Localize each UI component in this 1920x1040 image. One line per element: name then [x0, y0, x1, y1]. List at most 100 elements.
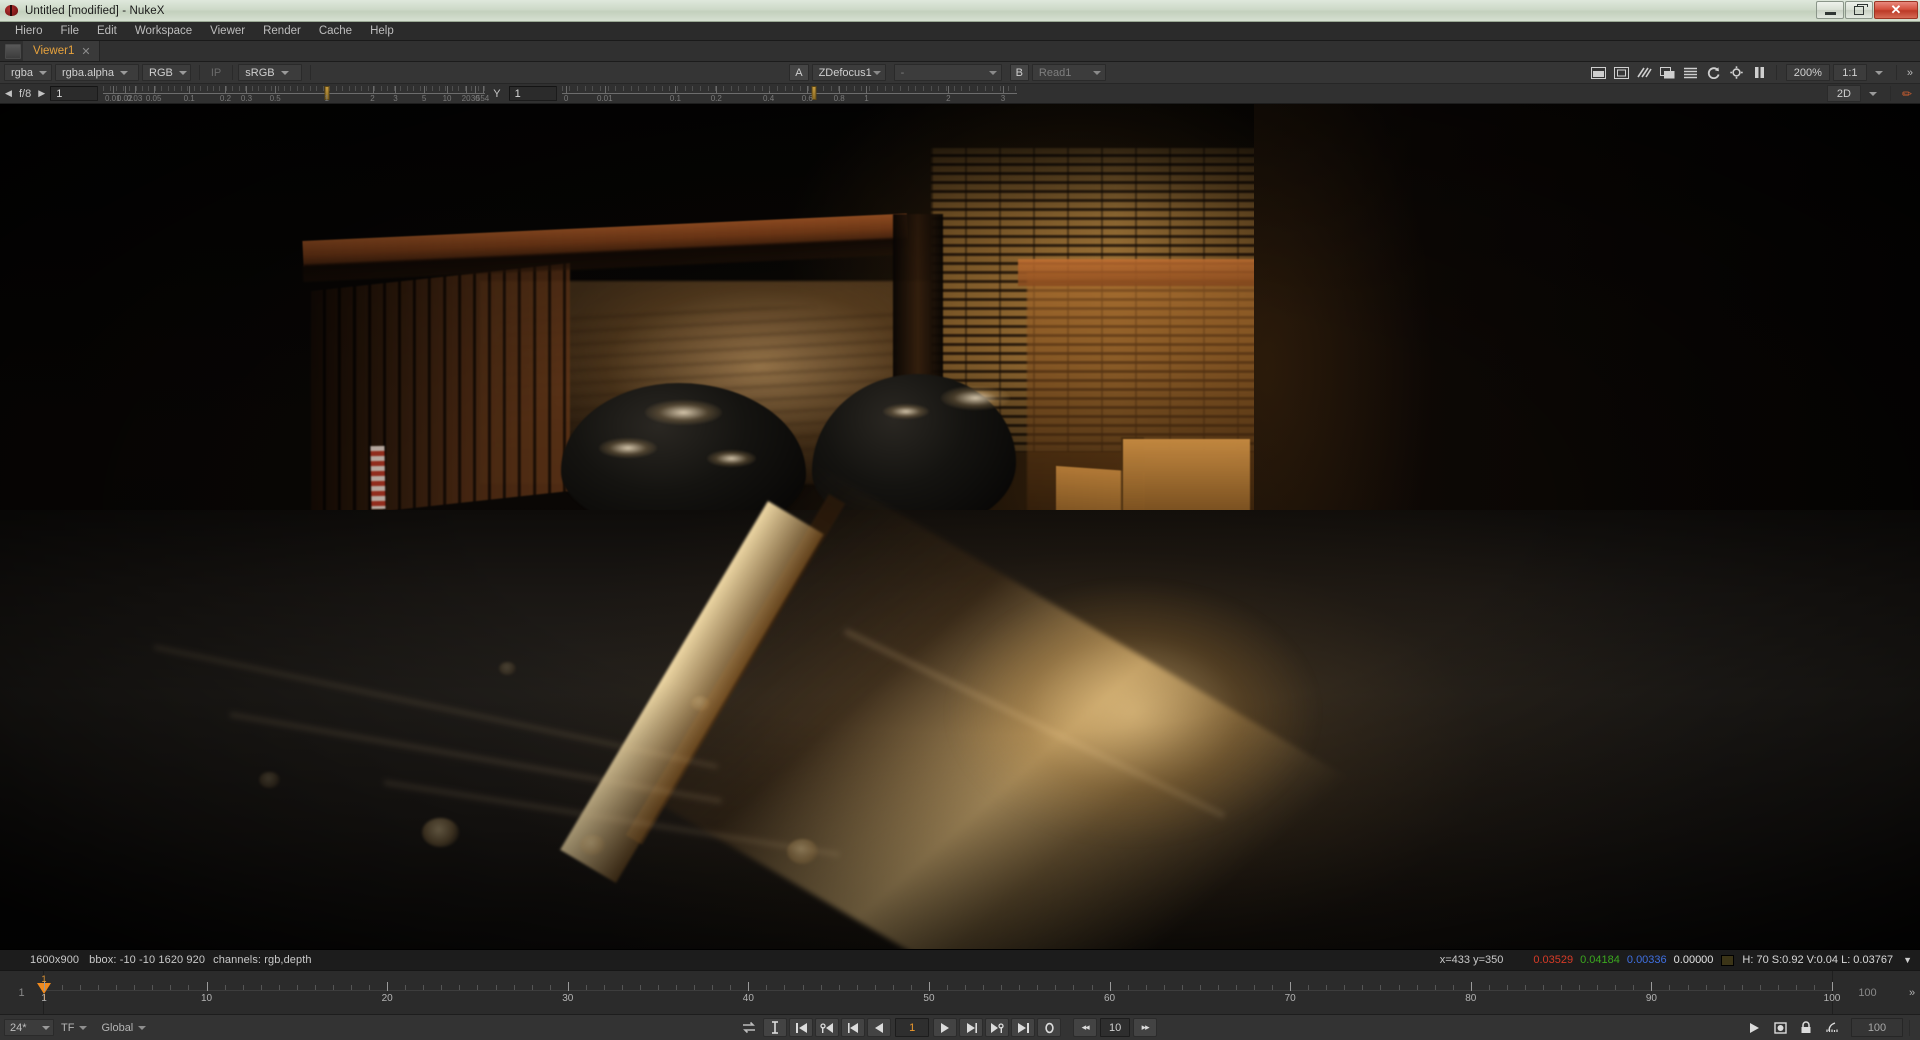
menu-cache[interactable]: Cache: [310, 22, 361, 41]
menu-edit[interactable]: Edit: [88, 22, 126, 41]
fstop-value-input[interactable]: 1: [50, 86, 99, 101]
next-frame-button[interactable]: [959, 1018, 984, 1037]
frame-step-input[interactable]: 10: [1100, 1018, 1131, 1037]
pen-icon[interactable]: ✏: [1896, 87, 1918, 101]
maximize-button[interactable]: [1845, 1, 1873, 19]
slider-tick-label: 20: [461, 93, 471, 103]
fstop-prev-button[interactable]: ◀: [2, 85, 15, 103]
slider-minor-tick: [853, 85, 855, 91]
panel-grip-handle[interactable]: [5, 44, 21, 59]
timeline-minor-tick: [1127, 985, 1129, 990]
timeline-minor-tick: [694, 985, 696, 990]
play-backward-button[interactable]: [867, 1018, 892, 1037]
timeline-minor-tick: [332, 985, 334, 990]
timeline-minor-tick: [224, 985, 226, 990]
viewer-mode-dropdown[interactable]: 2D: [1826, 85, 1861, 102]
menu-render[interactable]: Render: [254, 22, 310, 41]
loop-icon[interactable]: [737, 1018, 761, 1037]
current-frame-input[interactable]: 1: [895, 1018, 930, 1037]
timecode-mode-dropdown[interactable]: TF: [54, 1019, 94, 1036]
timeline-minor-tick: [549, 985, 551, 990]
fps-dropdown[interactable]: 24*: [4, 1019, 54, 1036]
chevron-down-icon: [1092, 70, 1101, 75]
tab-viewer1[interactable]: Viewer1 ✕: [23, 41, 100, 61]
timeline-minor-tick: [1741, 985, 1743, 990]
close-icon[interactable]: ✕: [81, 45, 90, 58]
lock-icon[interactable]: [1794, 1018, 1818, 1037]
roi-icon[interactable]: [1611, 64, 1632, 82]
minimize-button[interactable]: [1816, 1, 1844, 19]
display-mode-dropdown[interactable]: RGB: [142, 64, 191, 81]
y-value-input[interactable]: 1: [508, 86, 557, 101]
input-mix-dropdown[interactable]: -: [893, 64, 1002, 81]
menu-workspace[interactable]: Workspace: [126, 22, 201, 41]
menu-hiero[interactable]: Hiero: [6, 22, 51, 41]
channel-dropdown[interactable]: rgba.alpha: [55, 64, 139, 81]
menu-file[interactable]: File: [51, 22, 88, 41]
previous-frame-button[interactable]: [841, 1018, 866, 1037]
slider-tick-label: 5: [421, 93, 427, 103]
window-controls: ✕: [1816, 1, 1918, 19]
slider-minor-tick: [653, 85, 655, 91]
previous-keyframe-button[interactable]: [815, 1018, 840, 1037]
proxy-icon[interactable]: [1820, 1018, 1844, 1037]
pause-icon[interactable]: [1749, 64, 1770, 82]
input-a-dropdown[interactable]: ZDefocus1: [811, 64, 886, 81]
toolbar-overflow-button[interactable]: »: [1902, 67, 1916, 79]
insert-keyframe-button[interactable]: [763, 1018, 788, 1037]
timeline-minor-tick: [1434, 985, 1436, 990]
slider-minor-tick: [129, 85, 131, 91]
slider-minor-tick: [471, 85, 473, 91]
slider-minor-tick: [715, 85, 717, 91]
chevron-down-icon[interactable]: ▼: [1903, 955, 1912, 965]
timeline-overflow-button[interactable]: »: [1902, 971, 1920, 1014]
timeline-minor-tick: [1073, 985, 1075, 990]
slider-minor-tick: [154, 85, 156, 91]
loop-toggle-button[interactable]: [1037, 1018, 1062, 1037]
play-button[interactable]: [1742, 1018, 1766, 1037]
fstop-next-button[interactable]: ▶: [35, 85, 48, 103]
timeline-minor-tick: [1181, 985, 1183, 990]
timeline-minor-tick: [1795, 985, 1797, 990]
slider-minor-tick: [899, 85, 901, 91]
step-back-button[interactable]: ◂◂: [1073, 1018, 1098, 1037]
record-button[interactable]: [1768, 1018, 1792, 1037]
gamma-icon[interactable]: [1726, 64, 1747, 82]
timeline-minor-tick: [1633, 985, 1635, 990]
viewer-canvas[interactable]: [0, 104, 1920, 949]
timeline-ruler[interactable]: 1 1 10 20 30 40 50 60 70 80 90 100: [37, 971, 1840, 1014]
pixel-ratio-field[interactable]: 1:1: [1832, 64, 1867, 81]
sync-mode-value: Global: [101, 1021, 134, 1034]
slider-tick-label: 3: [1000, 93, 1006, 103]
go-to-end-button[interactable]: [1011, 1018, 1036, 1037]
timeline-tick-label: 40: [742, 993, 754, 1004]
input-b-dropdown[interactable]: Read1: [1031, 64, 1106, 81]
go-to-start-button[interactable]: [789, 1018, 814, 1037]
timeline-end-field[interactable]: 100: [1851, 1018, 1903, 1037]
fstop-log-slider[interactable]: 0.01 0.02 0.03 0.05 0.1 0.2 0.3 0.5 1 2 3 5 10 20 30 55…: [103, 84, 489, 104]
stipple-icon[interactable]: [1634, 64, 1655, 82]
viewer-process-dropdown[interactable]: sRGB: [238, 64, 303, 81]
step-forward-button[interactable]: ▸▸: [1133, 1018, 1158, 1037]
slider-tick-label: 1: [324, 93, 329, 103]
slider-minor-tick: [116, 85, 118, 91]
menu-viewer[interactable]: Viewer: [201, 22, 254, 41]
chevron-down-icon[interactable]: [1868, 91, 1877, 96]
refresh-icon[interactable]: [1703, 64, 1724, 82]
chevron-down-icon[interactable]: [1874, 70, 1883, 75]
ip-toggle[interactable]: IP: [205, 67, 227, 79]
next-keyframe-button[interactable]: [985, 1018, 1010, 1037]
lines-icon[interactable]: [1680, 64, 1701, 82]
proxy-icon[interactable]: [1657, 64, 1678, 82]
wipe-icon[interactable]: [1588, 64, 1609, 82]
y-log-slider[interactable]: 0 0.01 0.1 0.2 0.4 0.6 0.8 1 2 3: [561, 84, 1017, 104]
timeline-out-frame-field[interactable]: 100: [1832, 971, 1902, 1014]
close-button[interactable]: ✕: [1874, 1, 1918, 19]
timeline-minor-tick: [676, 985, 678, 990]
channel-set-dropdown[interactable]: rgba: [4, 64, 52, 81]
play-forward-button[interactable]: [933, 1018, 958, 1037]
pixel-alpha-value: 0.00000: [1673, 954, 1714, 966]
menu-help[interactable]: Help: [361, 22, 403, 41]
sync-mode-dropdown[interactable]: Global: [94, 1019, 153, 1036]
zoom-level-field[interactable]: 200%: [1785, 64, 1830, 81]
